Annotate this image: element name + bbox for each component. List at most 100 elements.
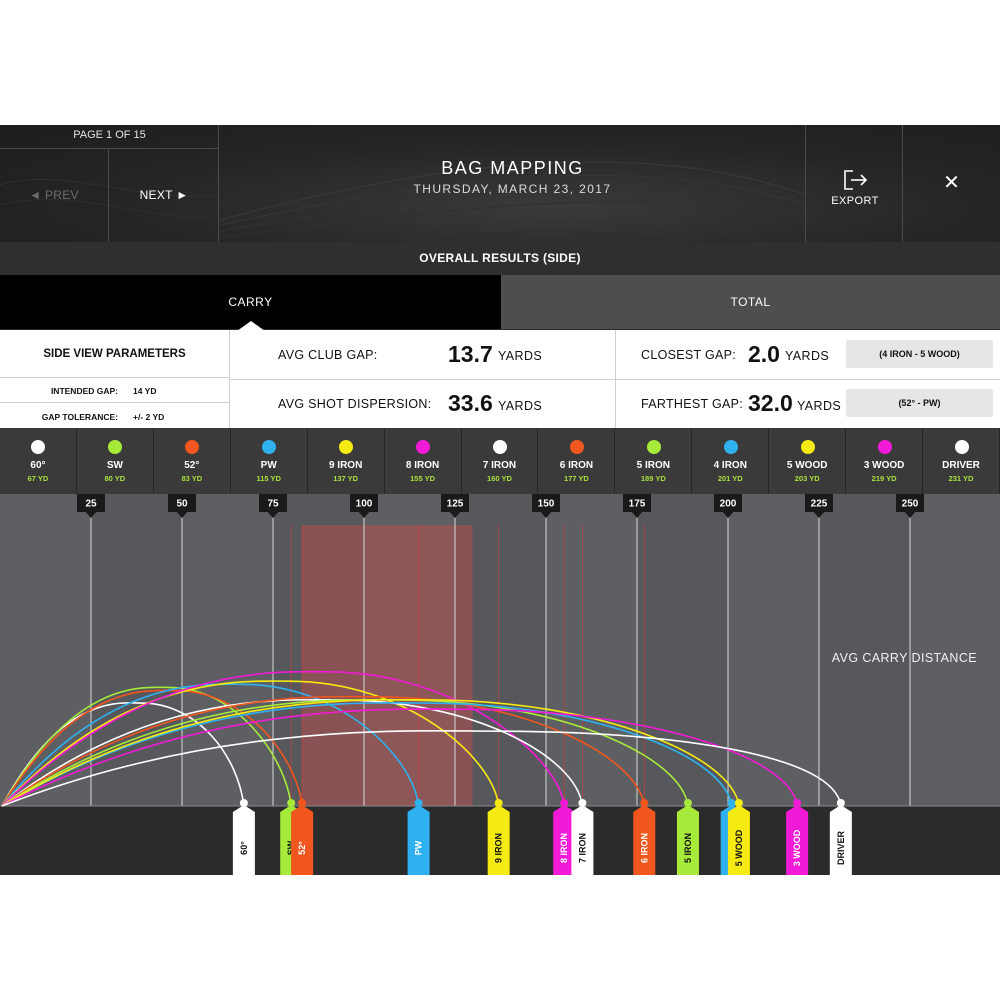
landing-tag-label: 52°: [297, 841, 307, 855]
farthest-gap-clubs: (52° - PW): [846, 389, 993, 417]
tab-total[interactable]: TOTAL: [501, 275, 1000, 329]
page-indicator: PAGE 1 OF 15: [0, 125, 219, 149]
club-color-dot: [416, 440, 431, 454]
tick-label: 200: [720, 499, 737, 510]
closest-gap-label: CLOSEST GAP:: [641, 348, 737, 362]
header-bar: PAGE 1 OF 15 ◄ PREV NEXT ► BAG MAPPING T…: [0, 125, 1000, 242]
club-5-iron[interactable]: 5 IRON 189 YD: [615, 428, 693, 494]
chart-band: [546, 494, 637, 806]
side-view-parameters-title: SIDE VIEW PARAMETERS: [0, 330, 229, 378]
club-name: 6 IRON: [559, 460, 594, 471]
farthest-gap-label: FARTHEST GAP:: [641, 397, 744, 411]
landing-tag-label: 8 IRON: [559, 833, 569, 863]
tick-label: 75: [267, 499, 279, 510]
landing-tag-3-wood: 3 WOOD: [786, 799, 809, 875]
landing-tag-7-iron: 7 IRON: [571, 799, 594, 875]
club-name: 4 IRON: [713, 460, 747, 471]
club-yardage: 219 YD: [871, 474, 897, 483]
gap-tolerance-value: +/- 2 YD: [133, 412, 165, 422]
landing-tag-6-iron: 6 IRON: [633, 799, 656, 875]
landing-tag-label: 60°: [239, 841, 249, 855]
club-color-dot: [723, 440, 738, 454]
chart-band: [819, 494, 910, 806]
pager: PAGE 1 OF 15 ◄ PREV NEXT ►: [0, 125, 219, 242]
landing-tag-label: 9 IRON: [494, 833, 504, 863]
prev-button[interactable]: ◄ PREV: [0, 149, 109, 242]
carry-distance-chart: 25 50 75 100 125 150 175 200 225 250 AVG CARRY DIS…: [0, 494, 1000, 875]
club-4-iron[interactable]: 4 IRON 201 YD: [692, 428, 770, 494]
gap-tolerance-label: GAP TOLERANCE:: [41, 412, 118, 422]
landing-tag-body: [291, 805, 314, 875]
session-date: THURSDAY, MARCH 23, 2017: [413, 182, 612, 196]
club-sw[interactable]: SW 80 YD: [77, 428, 154, 494]
avg-club-gap-unit: YARDS: [498, 349, 543, 363]
tick-label: 125: [447, 499, 464, 510]
axis-label: AVG CARRY DISTANCE: [832, 651, 977, 665]
intended-gap-row: INTENDED GAP: 14 YD: [0, 378, 229, 403]
farthest-gap-unit: YARDS: [797, 399, 842, 413]
landing-tag-label: 5 WOOD: [734, 829, 744, 866]
tick-label: 25: [85, 499, 97, 510]
landing-tag-5-wood: 5 WOOD: [727, 799, 750, 875]
club-yardage: 231 YD: [948, 474, 974, 483]
stats-panel: SIDE VIEW PARAMETERS INTENDED GAP: 14 YD…: [0, 330, 1000, 429]
club-5-wood[interactable]: 5 WOOD 203 YD: [769, 428, 847, 494]
club-color-dot: [31, 440, 46, 454]
avg-shot-dispersion-unit: YARDS: [498, 399, 543, 413]
export-button[interactable]: EXPORT: [805, 125, 903, 242]
club-yardage: 115 YD: [256, 474, 281, 483]
landing-tag-9-iron: 9 IRON: [487, 799, 510, 875]
close-icon: ✕: [943, 172, 960, 194]
club-driver[interactable]: DRIVER 231 YD: [923, 428, 1000, 494]
club-6-iron[interactable]: 6 IRON 177 YD: [538, 428, 616, 494]
landing-tag-label: 6 IRON: [639, 833, 649, 863]
tick-label: 150: [538, 499, 555, 510]
club-yardage: 137 YD: [333, 474, 359, 483]
close-button[interactable]: ✕: [903, 125, 1000, 242]
club-60[interactable]: 60° 67 YD: [0, 428, 77, 494]
export-label: EXPORT: [831, 195, 879, 207]
landing-tag-driver: DRIVER: [829, 799, 852, 875]
club-selector-row: 60° 67 YD SW 80 YD 52° 83 YD PW 115 YD 9 IRON 137…: [0, 428, 1000, 494]
divider: [229, 379, 1000, 380]
tick-label: 50: [176, 499, 188, 510]
page-title: BAG MAPPING: [441, 158, 584, 178]
avg-shot-dispersion-value: 33.6: [448, 390, 493, 416]
landing-tag-label: 5 IRON: [683, 833, 693, 863]
club-name: PW: [260, 460, 277, 471]
export-icon: [844, 170, 868, 190]
gap-highlight-region: [302, 525, 473, 806]
club-9-iron[interactable]: 9 IRON 137 YD: [308, 428, 385, 494]
club-yardage: 201 YD: [717, 474, 743, 483]
club-color-dot: [492, 440, 507, 454]
bag-mapping-app: PAGE 1 OF 15 ◄ PREV NEXT ► BAG MAPPING T…: [0, 125, 1000, 875]
club-7-iron[interactable]: 7 IRON 160 YD: [462, 428, 539, 494]
club-52[interactable]: 52° 83 YD: [154, 428, 231, 494]
club-yardage: 203 YD: [794, 474, 820, 483]
club-3-wood[interactable]: 3 WOOD 219 YD: [846, 428, 924, 494]
club-color-dot: [569, 440, 584, 454]
club-yardage: 160 YD: [487, 474, 512, 483]
landing-tag-label: PW: [414, 840, 424, 855]
club-yardage: 155 YD: [410, 474, 436, 483]
club-color-dot: [339, 440, 354, 454]
club-name: 60°: [30, 460, 46, 471]
landing-tag-label: 7 IRON: [577, 833, 587, 863]
chart-band: [91, 494, 182, 806]
club-color-dot: [954, 440, 969, 454]
chart-band: [910, 494, 1000, 806]
avg-club-gap-label: AVG CLUB GAP:: [278, 348, 378, 362]
club-yardage: 189 YD: [640, 474, 666, 483]
club-name: 5 WOOD: [786, 460, 828, 471]
tick-label: 225: [811, 499, 828, 510]
next-button[interactable]: NEXT ►: [109, 149, 219, 242]
club-pw[interactable]: PW 115 YD: [231, 428, 308, 494]
tick-label: 175: [629, 499, 646, 510]
club-color-dot: [185, 440, 200, 454]
landing-tag-body: [232, 805, 255, 875]
club-color-dot: [646, 440, 661, 454]
club-name: 52°: [184, 460, 200, 471]
club-8-iron[interactable]: 8 IRON 155 YD: [385, 428, 462, 494]
club-yardage: 80 YD: [104, 474, 126, 483]
club-name: 8 IRON: [405, 460, 440, 471]
